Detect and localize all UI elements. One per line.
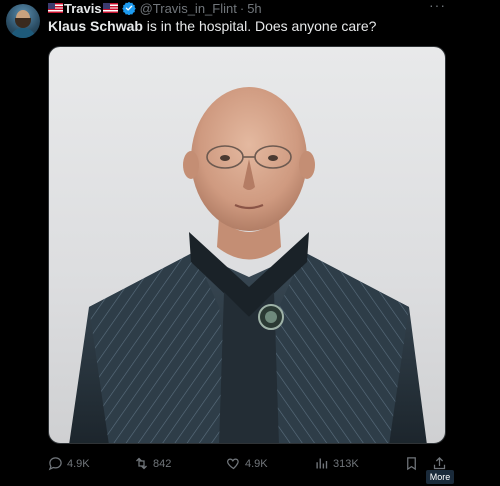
- author-handle[interactable]: @Travis_in_Flint: [140, 1, 237, 16]
- tweet: Travis @Travis_in_Flint · 5h ··· Klaus S…: [0, 0, 500, 486]
- heart-icon: [227, 458, 239, 470]
- repost-button[interactable]: 842: [134, 456, 171, 471]
- more-options-icon[interactable]: ···: [429, 0, 446, 12]
- reply-button[interactable]: 4.9K: [48, 456, 90, 471]
- like-count: 4.9K: [245, 457, 268, 470]
- views-count: 313K: [333, 457, 359, 470]
- bookmark-icon: [407, 457, 416, 471]
- reply-icon: [48, 457, 62, 471]
- reply-count: 4.9K: [67, 457, 90, 470]
- tweet-timestamp[interactable]: 5h: [247, 1, 261, 16]
- repost-count: 842: [153, 457, 172, 470]
- repost-icon: [136, 457, 147, 470]
- bookmark-button[interactable]: [404, 456, 419, 471]
- separator-dot: ·: [239, 0, 245, 16]
- tweet-text-bold: Klaus Schwab: [48, 18, 143, 34]
- views-chart-icon: [316, 458, 328, 469]
- action-bar: 4.9K 842 4.9K 313K: [48, 456, 458, 474]
- views-button[interactable]: 313K: [314, 456, 359, 471]
- tweet-image[interactable]: [48, 46, 446, 444]
- tweet-text-rest: is in the hospital. Does anyone care?: [142, 18, 377, 34]
- like-button[interactable]: 4.9K: [226, 456, 268, 471]
- verified-badge-icon[interactable]: [121, 1, 136, 15]
- avatar[interactable]: [6, 4, 40, 38]
- us-flag-icon: [102, 3, 118, 13]
- portrait-image: [69, 87, 427, 443]
- us-flag-icon: [48, 3, 63, 13]
- tweet-text: Klaus Schwab is in the hospital. Does an…: [48, 18, 376, 34]
- tweet-header: Travis @Travis_in_Flint · 5h: [48, 0, 262, 16]
- share-button[interactable]: [432, 456, 447, 471]
- share-icon: [433, 456, 446, 470]
- more-tooltip: More: [426, 470, 454, 484]
- author-name[interactable]: Travis: [64, 1, 102, 16]
